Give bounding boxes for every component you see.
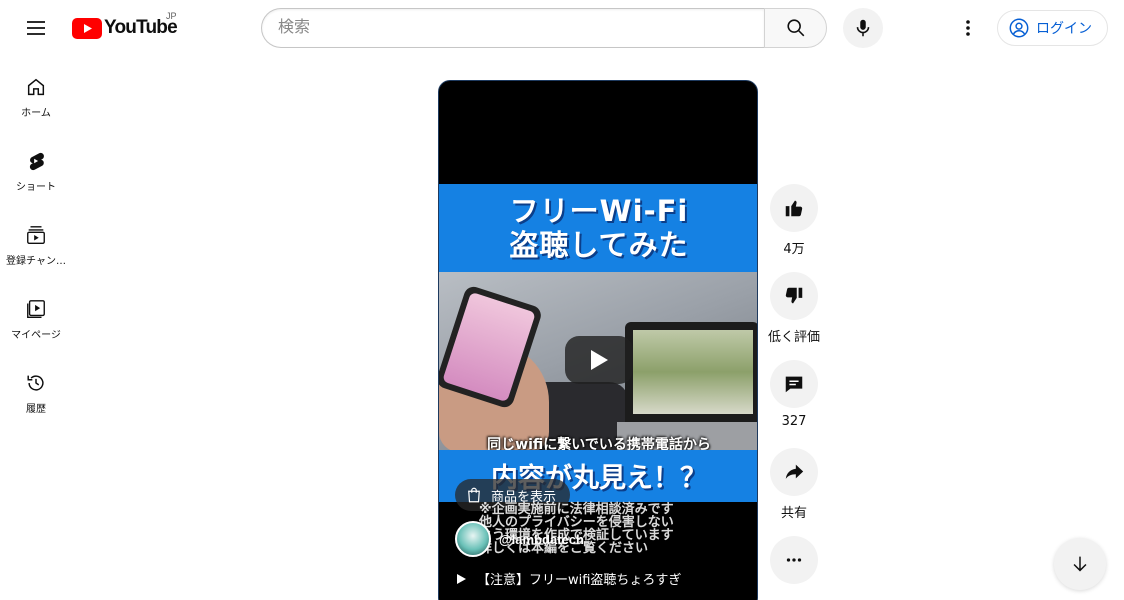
sidebar-item-label: ショート: [16, 182, 56, 193]
home-icon: [27, 78, 45, 96]
comment-count: 327: [781, 414, 807, 429]
search-input[interactable]: [261, 8, 764, 48]
youtube-play-logo-icon: [72, 17, 102, 39]
like-action: 4万: [770, 184, 818, 257]
dislike-button[interactable]: [770, 272, 818, 320]
play-small-icon: [457, 573, 466, 584]
thumbs-up-icon: [785, 200, 803, 217]
more-action: [770, 536, 818, 584]
video-title: 【注意】フリーwifi盗聴ちょろすぎ: [477, 573, 682, 588]
play-icon: [591, 350, 608, 370]
share-button[interactable]: [770, 448, 818, 496]
sidebar-item-history[interactable]: 履歴: [4, 352, 68, 426]
login-button[interactable]: ログイン: [997, 10, 1108, 46]
sidebar-item-subscriptions[interactable]: 登録チャン…: [4, 204, 68, 278]
share-label: 共有: [780, 506, 807, 521]
sidebar-item-label: マイページ: [11, 330, 61, 341]
arrow-down-icon: [1073, 556, 1087, 572]
search-icon: [786, 19, 804, 37]
thumbnail-title-line-2: 盗聴してみた: [509, 228, 689, 262]
channel-info[interactable]: @lambdatech: [455, 521, 584, 557]
sidebar-item-home[interactable]: ホーム: [4, 56, 68, 130]
channel-avatar[interactable]: [455, 521, 491, 557]
next-short-button[interactable]: [1054, 538, 1106, 590]
more-actions-button[interactable]: [770, 536, 818, 584]
hamburger-menu-icon: [27, 21, 45, 35]
account-circle-icon: [1009, 18, 1029, 38]
shorts-icon: [29, 152, 44, 171]
subscriptions-icon: [27, 226, 45, 244]
thumbs-down-icon: [785, 287, 803, 304]
search-button[interactable]: [764, 8, 827, 48]
microphone-icon: [856, 19, 870, 37]
guide-menu-button[interactable]: [16, 8, 56, 48]
voice-search-button[interactable]: [843, 8, 883, 48]
login-label: ログイン: [1036, 20, 1092, 36]
channel-name[interactable]: @lambdatech: [499, 532, 584, 547]
thumbnail-title-line-1: フリーWi-Fi: [509, 194, 689, 228]
dislike-label: 低く評価: [768, 330, 821, 345]
thumbnail-caption-text: 同じwifiに繋いでいる携帯電話から: [487, 437, 711, 450]
sidebar-item-shorts[interactable]: ショート: [4, 130, 68, 204]
vertical-dots-icon: [966, 20, 970, 36]
comment-icon: [785, 376, 803, 393]
thumbnail-title-band: フリーWi-Fi 盗聴してみた: [439, 184, 757, 272]
masthead: YouTube JP ログイン: [0, 0, 1124, 56]
sidebar-item-label: 履歴: [26, 404, 46, 415]
sidebar-item-library[interactable]: マイページ: [4, 278, 68, 352]
shorts-player[interactable]: フリーWi-Fi 盗聴してみた 同じwifiに繋いでいる携帯電話から 内容が丸見…: [438, 80, 758, 600]
like-count: 4万: [783, 242, 805, 257]
horizontal-dots-icon: [786, 558, 802, 562]
share-arrow-icon: [785, 464, 804, 479]
search-box: [261, 8, 827, 48]
sidebar-item-label: ホーム: [21, 108, 51, 119]
region-code: JP: [166, 11, 177, 21]
comments-button[interactable]: [770, 360, 818, 408]
share-action: 共有: [770, 448, 818, 521]
sidebar-item-label: 登録チャン…: [6, 256, 66, 267]
youtube-logo[interactable]: YouTube: [72, 14, 178, 42]
settings-more-button[interactable]: [948, 8, 988, 48]
comment-action: 327: [770, 360, 818, 429]
video-title-link[interactable]: 【注意】フリーwifi盗聴ちょろすぎ: [455, 569, 681, 588]
history-icon: [27, 375, 44, 391]
play-button[interactable]: [565, 336, 633, 384]
photo-laptop: [625, 322, 757, 422]
dislike-action: 低く評価: [768, 272, 821, 345]
library-icon: [27, 300, 45, 318]
thumbnail-caption: 同じwifiに繋いでいる携帯電話から: [439, 434, 757, 450]
like-button[interactable]: [770, 184, 818, 232]
